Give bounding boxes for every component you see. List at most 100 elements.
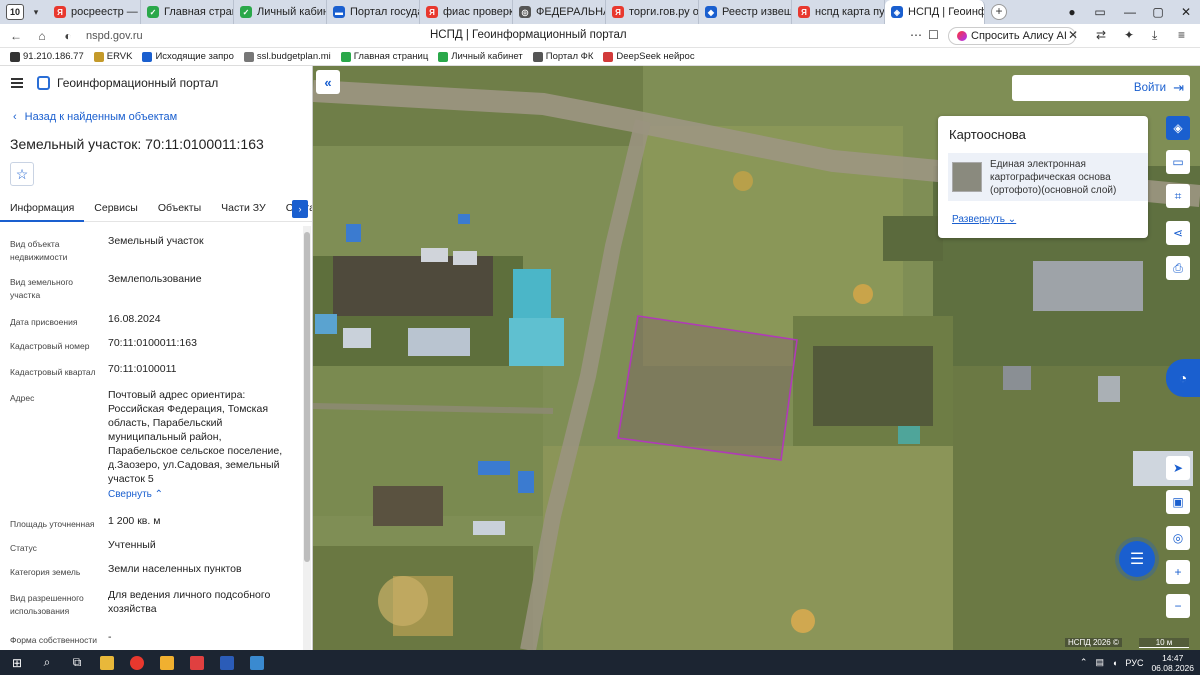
attribute-value: 16.08.2024 <box>108 313 161 325</box>
bookmark-label: ssl.budgetplan.mi <box>256 51 331 62</box>
language-indicator[interactable]: РУС <box>1125 658 1143 668</box>
word-icon[interactable] <box>214 650 240 675</box>
tab-count-badge[interactable]: 10 <box>6 4 24 20</box>
bookmark-item[interactable]: 91.210.186.77 <box>10 51 84 62</box>
clock[interactable]: 14:47 06.08.2026 <box>1151 653 1194 673</box>
browser-tab[interactable]: ▬ Портал государств <box>327 0 420 24</box>
shield-icon[interactable]: ◐ <box>58 26 78 46</box>
bookmark-item[interactable]: ERVK <box>93 51 132 62</box>
bookmark-item[interactable]: Главная страниц <box>340 51 428 62</box>
puzzle-icon[interactable]: ✦ <box>1124 28 1134 42</box>
geolocation-icon[interactable]: ◎ <box>1166 526 1190 550</box>
translate-icon[interactable]: ⇄ <box>1096 28 1106 42</box>
basemap-layer-item[interactable]: Единая электронная картографическая осно… <box>948 153 1148 201</box>
mail-app-icon[interactable] <box>154 650 180 675</box>
select-area-icon[interactable]: ⌗ <box>1166 184 1190 208</box>
bookmark-icon <box>438 51 449 62</box>
bookmark-label: DeepSeek нейрос <box>616 51 695 62</box>
tab-favicon-icon: ◎ <box>519 6 531 18</box>
bookmark-icon <box>340 51 351 62</box>
browser-tab[interactable]: Янспд карта публи <box>792 0 885 24</box>
minimize-icon[interactable]: — <box>1116 0 1144 24</box>
yandex-browser-icon[interactable] <box>124 650 150 675</box>
tab-information[interactable]: Информация <box>0 198 85 222</box>
back-to-results-link[interactable]: ‹ Назад к найденным объектам <box>13 111 177 123</box>
zoom-out-button[interactable]: − <box>1166 594 1190 618</box>
search-icon[interactable]: ⌕ <box>34 650 60 675</box>
browser-tab[interactable]: ✓ Главная страница <box>141 0 234 24</box>
browser-tab[interactable]: Яторги.гов.ру офиц <box>606 0 699 24</box>
collapse-address-link[interactable]: Свернуть ⌃ <box>108 489 163 500</box>
profile-icon[interactable]: ● <box>1058 0 1086 24</box>
tab-item[interactable]: Сервисы <box>84 198 148 222</box>
tray-chevron-icon[interactable]: ⌃ <box>1080 657 1088 668</box>
bookmark-item[interactable]: ssl.budgetplan.mi <box>243 51 331 62</box>
chart-app-icon[interactable] <box>244 650 270 675</box>
bookmark-item[interactable]: Личный кабинет <box>438 51 523 62</box>
url-field[interactable]: nspd.gov.ru <box>86 30 143 42</box>
volume-icon[interactable]: ◖ <box>1112 658 1117 668</box>
zoom-in-button[interactable]: + <box>1166 560 1190 584</box>
windows-start-icon[interactable]: ⊞ <box>4 650 30 675</box>
attribute-label: Адрес <box>10 393 35 403</box>
download-icon[interactable]: ⤓ <box>1152 28 1157 43</box>
maximize-icon[interactable]: ▢ <box>1144 0 1172 24</box>
sidebar-scrollbar[interactable] <box>303 226 311 650</box>
layers-icon[interactable]: ◈ <box>1166 116 1190 140</box>
network-icon[interactable]: ▤ <box>1095 657 1104 668</box>
share-icon[interactable]: ⋖ <box>1166 221 1190 245</box>
tabs-next-button[interactable]: › <box>292 200 308 218</box>
tab-label: Портал государств <box>350 6 419 18</box>
media-app-icon[interactable] <box>184 650 210 675</box>
scrollbar-thumb[interactable] <box>304 232 310 562</box>
tab-active[interactable]: ◈ НСПД | Геоинф ✕ <box>885 0 985 24</box>
menu-icon[interactable]: ≡ <box>1178 28 1185 42</box>
expand-basemap-link[interactable]: Развернуть ⌄ <box>952 214 1016 225</box>
back-arrow-icon[interactable]: ← <box>6 26 26 46</box>
attribute-value: 1 200 кв. м <box>108 515 161 527</box>
collapse-sidebar-button[interactable]: « <box>316 70 340 94</box>
tab-menu-icon[interactable]: ▭ <box>1086 0 1114 24</box>
bookmark-item[interactable]: Портал ФК <box>532 51 593 62</box>
print-icon[interactable]: ⎙ <box>1166 256 1190 280</box>
login-button[interactable]: Войти ⇥ <box>1012 75 1190 101</box>
chevron-down-icon: ⌄ <box>1007 214 1017 225</box>
ruler-icon[interactable]: ▭ <box>1166 150 1190 174</box>
tab-label: Главная страница <box>164 6 233 18</box>
browser-tab[interactable]: ✓ Личный кабинет <box>234 0 327 24</box>
bookmark-label: 91.210.186.77 <box>23 51 84 62</box>
new-tab-button[interactable]: + <box>991 4 1007 20</box>
more-icon[interactable]: ⋯ <box>910 28 922 42</box>
locate-icon[interactable]: ➤ <box>1166 456 1190 480</box>
login-icon: ⇥ <box>1173 80 1184 95</box>
chevron-down-icon[interactable]: ▾ <box>28 4 44 20</box>
browser-tab[interactable]: ◆ Реестр извещени <box>699 0 792 24</box>
bookmark-icon[interactable]: ☐ <box>928 28 939 42</box>
ask-alice-button[interactable]: Спросить Алису AI <box>948 27 1076 45</box>
nspd-favicon-icon: ◈ <box>891 6 903 18</box>
file-explorer-icon[interactable] <box>94 650 120 675</box>
tab-label: Реестр извещени <box>722 6 792 18</box>
feedback-tab-icon[interactable]: ◔ <box>1166 359 1200 397</box>
window-close-icon[interactable]: ✕ <box>1172 0 1200 24</box>
task-view-icon[interactable]: ⧉ <box>64 650 90 675</box>
browser-tab[interactable]: ◎ ФЕДЕРАЛЬНАЯ И <box>513 0 606 24</box>
minimap-icon[interactable]: ▣ <box>1166 490 1190 514</box>
attribute-value: 70:11:0100011:163 <box>108 337 197 349</box>
extension-k-icon[interactable]: ✕ <box>1068 28 1078 42</box>
tab-item[interactable]: Части ЗУ <box>211 198 276 222</box>
tab-label: ФЕДЕРАЛЬНАЯ И <box>536 6 605 18</box>
map-view[interactable]: « Войти ⇥ Картооснова Единая электронная… <box>313 66 1200 650</box>
bookmark-item[interactable]: DeepSeek нейрос <box>603 51 695 62</box>
tab-favicon-icon: ▬ <box>333 6 345 18</box>
hamburger-icon[interactable] <box>11 78 23 88</box>
chat-assistant-button[interactable]: ☰ <box>1119 541 1155 577</box>
favorite-star-button[interactable]: ☆ <box>10 162 34 186</box>
browser-tab[interactable]: Яросреестр — Янд <box>48 0 141 24</box>
bookmark-item[interactable]: Исходящие запро <box>142 51 234 62</box>
browser-tab[interactable]: Яфиас проверка ад <box>420 0 513 24</box>
tab-item[interactable]: Объекты <box>148 198 211 222</box>
bookmark-icon <box>603 51 614 62</box>
home-icon[interactable]: ⌂ <box>32 26 52 46</box>
tab-label: НСПД | Геоинф <box>908 6 985 18</box>
